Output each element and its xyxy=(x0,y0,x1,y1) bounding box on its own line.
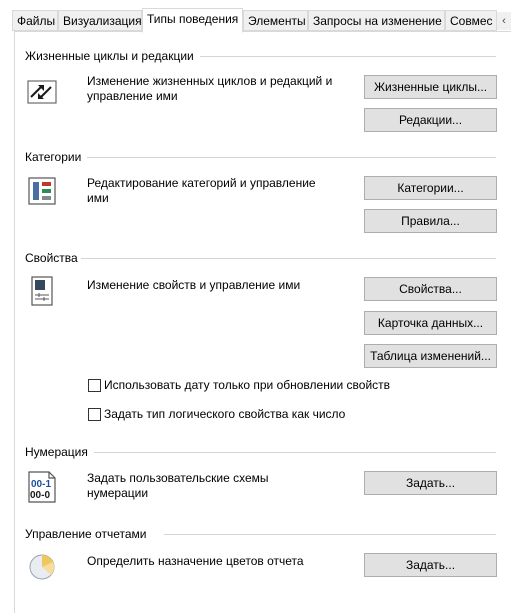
tab-files[interactable]: Файлы xyxy=(12,10,58,31)
categories-description: Редактирование категорий и управление им… xyxy=(87,176,316,205)
lifecycle-description: Изменение жизненных циклов и редакций и … xyxy=(87,74,333,103)
section-divider xyxy=(164,534,496,535)
tab-bar: Файлы Визуализация Типы поведения Элемен… xyxy=(0,0,511,33)
tab-items[interactable]: Элементы xyxy=(243,10,308,31)
categories-icon xyxy=(27,176,57,209)
numbering-description: Задать пользовательские схемы нумерации xyxy=(87,471,269,500)
tab-behaviors[interactable]: Типы поведения xyxy=(142,8,243,33)
report-colors-set-button[interactable]: Задать... xyxy=(364,553,497,577)
tab-collaborate[interactable]: Совмес xyxy=(445,10,497,31)
lifecycle-icon xyxy=(25,77,59,110)
lifecycles-button[interactable]: Жизненные циклы... xyxy=(364,75,497,99)
properties-description: Изменение свойств и управление ими xyxy=(87,278,301,292)
section-title-categories: Категории xyxy=(25,150,82,164)
boolean-as-number-label[interactable]: Задать тип логического свойства как числ… xyxy=(104,407,345,421)
boolean-as-number-checkbox[interactable] xyxy=(88,408,101,421)
date-on-update-checkbox[interactable] xyxy=(88,379,101,392)
section-title-reports: Управление отчетами xyxy=(25,527,147,541)
section-divider xyxy=(94,452,496,453)
reports-description: Определить назначение цветов отчета xyxy=(87,554,304,568)
properties-button[interactable]: Свойства... xyxy=(364,277,497,301)
tab-scroll-left-icon[interactable]: ‹ xyxy=(497,12,511,30)
report-pie-chart-icon xyxy=(26,551,58,586)
section-divider xyxy=(81,258,496,259)
change-table-button[interactable]: Таблица изменений... xyxy=(364,344,497,368)
svg-text:00-1: 00-1 xyxy=(31,479,51,490)
tab-visualization[interactable]: Визуализация xyxy=(58,10,142,31)
properties-icon xyxy=(29,275,55,312)
numbering-set-button[interactable]: Задать... xyxy=(364,471,497,495)
section-title-numbering: Нумерация xyxy=(25,445,88,459)
svg-text:00-0: 00-0 xyxy=(30,490,50,501)
rules-button[interactable]: Правила... xyxy=(364,209,497,233)
section-divider xyxy=(87,157,496,158)
section-title-lifecycle: Жизненные циклы и редакции xyxy=(25,49,194,63)
categories-button[interactable]: Категории... xyxy=(364,176,497,200)
revisions-button[interactable]: Редакции... xyxy=(364,108,497,132)
datacard-button[interactable]: Карточка данных... xyxy=(364,311,497,335)
tab-change-orders[interactable]: Запросы на изменение xyxy=(308,10,445,31)
date-on-update-label[interactable]: Использовать дату только при обновлении … xyxy=(104,378,390,392)
section-divider xyxy=(200,56,496,57)
numbering-scheme-icon: 00-1 00-0 xyxy=(25,470,61,507)
section-title-properties: Свойства xyxy=(25,251,78,265)
